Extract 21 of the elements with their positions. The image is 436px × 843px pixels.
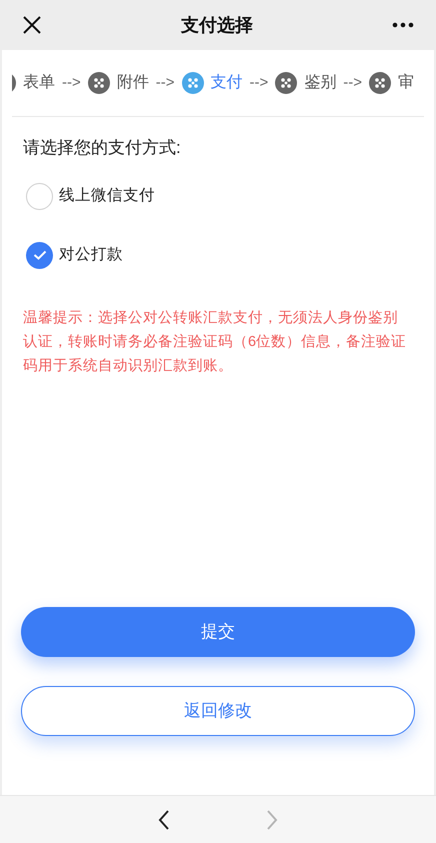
step-arrow: --> bbox=[250, 72, 268, 93]
step-label[interactable]: 附件 bbox=[116, 71, 149, 95]
option-label: 对公打款 bbox=[59, 245, 123, 266]
back-edit-button[interactable]: 返回修改 bbox=[21, 686, 415, 736]
submit-button[interactable]: 提交 bbox=[21, 607, 415, 657]
more-icon[interactable] bbox=[392, 22, 414, 28]
step-label[interactable]: 支付 bbox=[210, 71, 242, 95]
option-label: 线上微信支付 bbox=[59, 186, 155, 206]
close-icon[interactable] bbox=[22, 15, 42, 35]
page-title: 支付选择 bbox=[181, 14, 253, 36]
radio-button[interactable] bbox=[26, 242, 53, 268]
payment-prompt: 请选择您的支付方式: bbox=[23, 137, 182, 159]
step-arrow: --> bbox=[343, 72, 362, 93]
check-icon bbox=[32, 250, 46, 260]
step-arrow: --> bbox=[156, 72, 174, 93]
step-label[interactable]: 表单 bbox=[23, 71, 55, 95]
radio-button[interactable] bbox=[26, 182, 53, 210]
step-arrow: --> bbox=[62, 72, 81, 93]
step-label[interactable]: 审 bbox=[398, 71, 414, 95]
step-label[interactable]: 鉴别 bbox=[304, 71, 336, 95]
notice-text: 温馨提示：选择公对公转账汇款支付，无须法人身份鉴别认证，转账时请务必备注验证码（6位数）信息，备注验证码用于系统自动识别汇款到账。 bbox=[23, 308, 408, 376]
